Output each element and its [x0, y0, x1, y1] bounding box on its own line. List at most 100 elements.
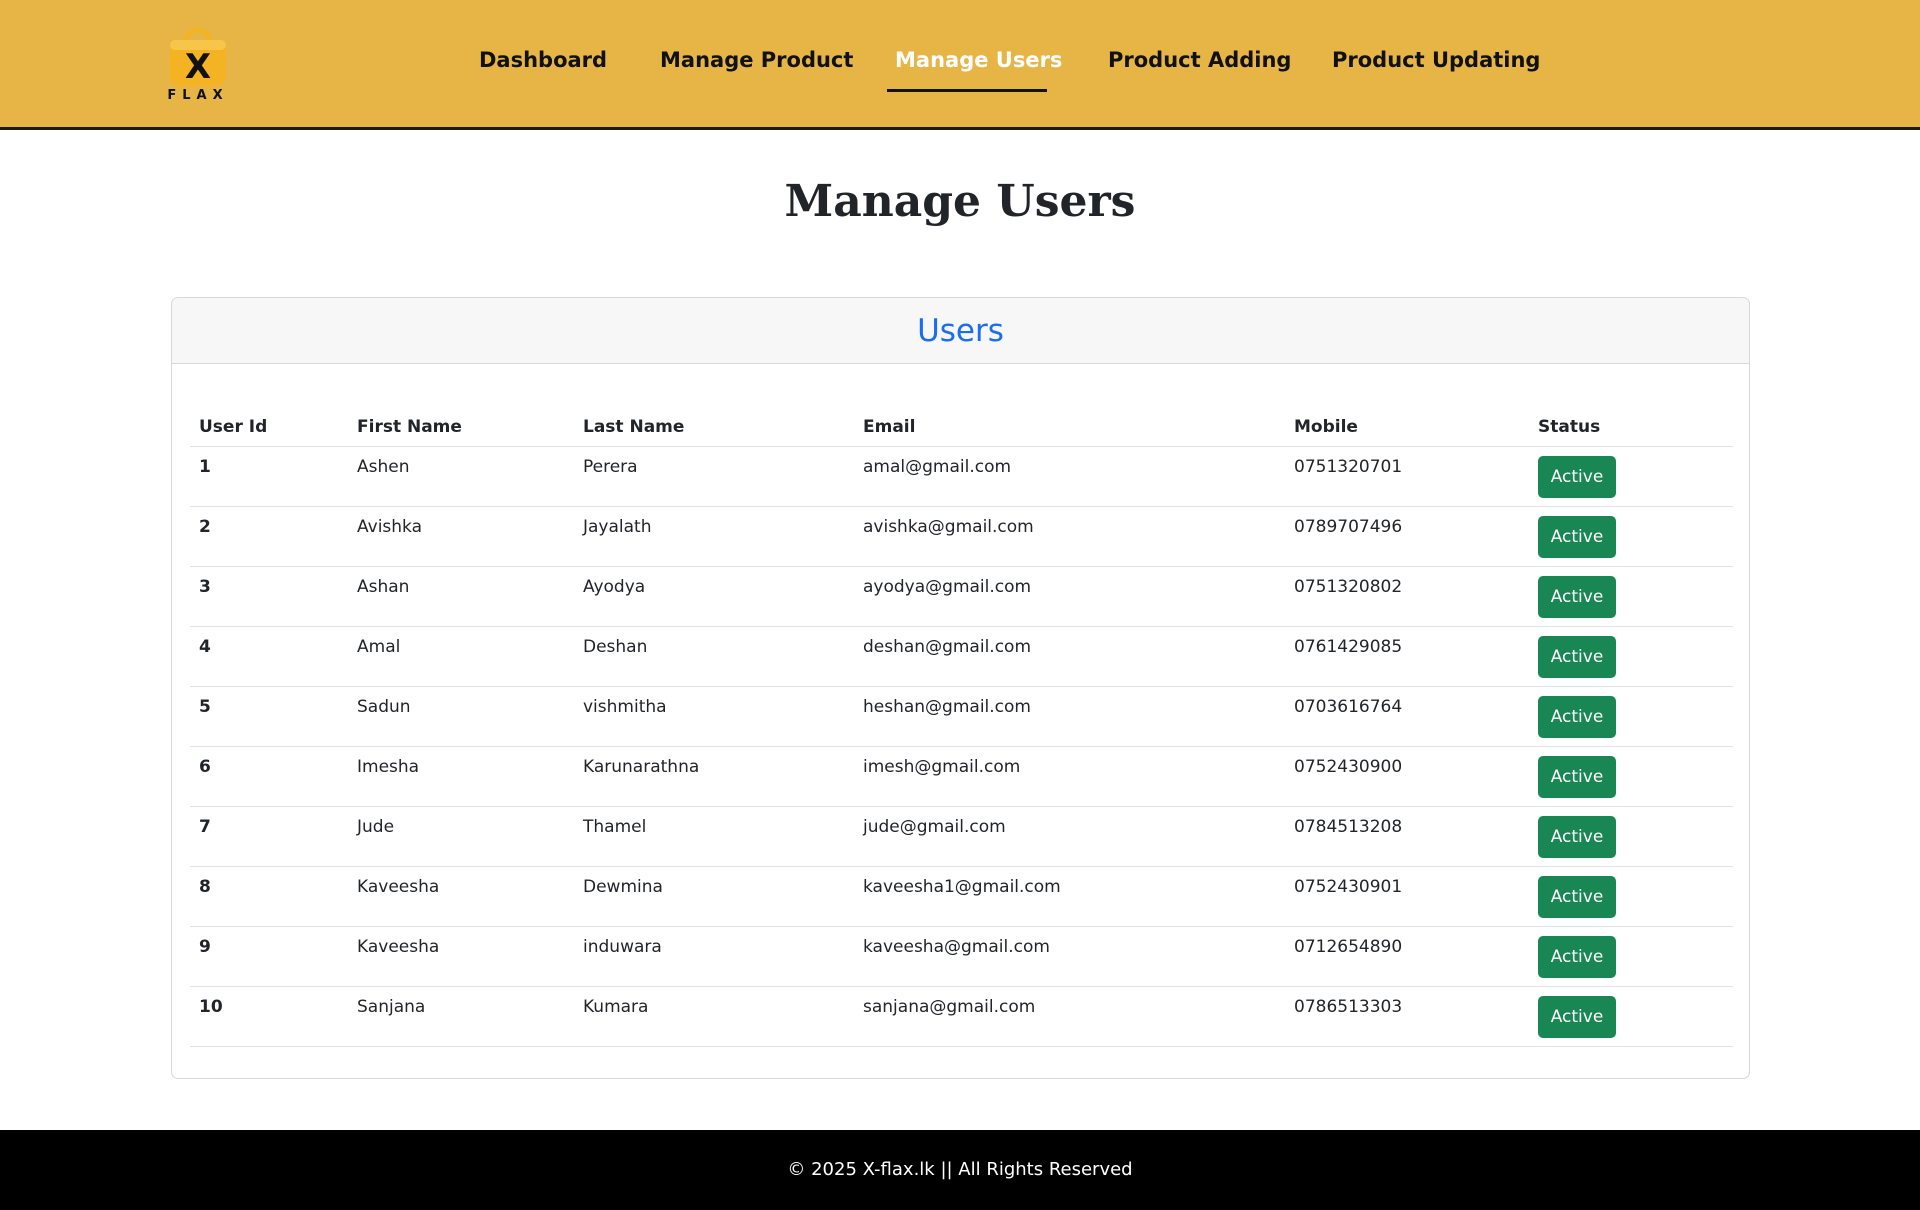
col-header-first-name: First Name: [348, 408, 574, 447]
status-cell: Active: [1529, 866, 1733, 927]
last-name-cell: Perera: [574, 446, 854, 507]
first-name-cell: Sadun: [348, 686, 574, 747]
status-cell: Active: [1529, 926, 1733, 987]
table-row: 4 Amal Deshan deshan@gmail.com 076142908…: [190, 626, 1733, 687]
first-name-cell: Kaveesha: [348, 926, 574, 987]
status-cell: Active: [1529, 686, 1733, 747]
last-name-cell: Kumara: [574, 986, 854, 1047]
first-name-cell: Ashan: [348, 566, 574, 627]
last-name-cell: Deshan: [574, 626, 854, 687]
col-header-email: Email: [854, 408, 1285, 447]
user-id-cell: 8: [190, 866, 348, 927]
first-name-cell: Sanjana: [348, 986, 574, 1047]
nav-manage-users[interactable]: Manage Users: [895, 48, 1062, 72]
email-cell: amal@gmail.com: [854, 446, 1285, 507]
brand-logo[interactable]: X FLAX: [162, 20, 234, 104]
mobile-cell: 0703616764: [1285, 686, 1529, 747]
email-cell: heshan@gmail.com: [854, 686, 1285, 747]
col-header-last-name: Last Name: [574, 408, 854, 447]
status-button[interactable]: Active: [1538, 935, 1616, 978]
first-name-cell: Imesha: [348, 746, 574, 807]
status-cell: Active: [1529, 446, 1733, 507]
user-id-cell: 4: [190, 626, 348, 687]
status-cell: Active: [1529, 566, 1733, 627]
table-row: 1 Ashen Perera amal@gmail.com 0751320701…: [190, 446, 1733, 507]
col-header-user-id: User Id: [190, 408, 348, 447]
mobile-cell: 0789707496: [1285, 506, 1529, 567]
nav-product-updating[interactable]: Product Updating: [1332, 48, 1540, 72]
first-name-cell: Ashen: [348, 446, 574, 507]
user-id-cell: 9: [190, 926, 348, 987]
email-cell: imesh@gmail.com: [854, 746, 1285, 807]
nav-manage-product[interactable]: Manage Product: [660, 48, 853, 72]
mobile-cell: 0752430900: [1285, 746, 1529, 807]
status-cell: Active: [1529, 626, 1733, 687]
user-id-cell: 5: [190, 686, 348, 747]
nav-product-adding[interactable]: Product Adding: [1108, 48, 1291, 72]
status-button[interactable]: Active: [1538, 875, 1616, 918]
users-card: Users User Id First Name Last Name Email…: [171, 297, 1750, 1079]
email-cell: avishka@gmail.com: [854, 506, 1285, 567]
active-nav-underline: [887, 89, 1047, 92]
status-button[interactable]: Active: [1538, 695, 1616, 738]
last-name-cell: vishmitha: [574, 686, 854, 747]
email-cell: kaveesha1@gmail.com: [854, 866, 1285, 927]
email-cell: ayodya@gmail.com: [854, 566, 1285, 627]
email-cell: kaveesha@gmail.com: [854, 926, 1285, 987]
logo-mark: X: [185, 47, 211, 87]
table-row: 9 Kaveesha induwara kaveesha@gmail.com 0…: [190, 926, 1733, 987]
top-navbar: X FLAX Dashboard Manage Product Manage U…: [0, 0, 1920, 130]
last-name-cell: Dewmina: [574, 866, 854, 927]
mobile-cell: 0712654890: [1285, 926, 1529, 987]
page-footer: © 2025 X-flax.lk || All Rights Reserved: [0, 1130, 1920, 1210]
first-name-cell: Amal: [348, 626, 574, 687]
mobile-cell: 0751320701: [1285, 446, 1529, 507]
status-button[interactable]: Active: [1538, 575, 1616, 618]
status-button[interactable]: Active: [1538, 635, 1616, 678]
mobile-cell: 0761429085: [1285, 626, 1529, 687]
user-id-cell: 3: [190, 566, 348, 627]
first-name-cell: Kaveesha: [348, 866, 574, 927]
email-cell: sanjana@gmail.com: [854, 986, 1285, 1047]
user-id-cell: 6: [190, 746, 348, 807]
mobile-cell: 0786513303: [1285, 986, 1529, 1047]
col-header-status: Status: [1529, 408, 1733, 447]
user-id-cell: 10: [190, 986, 348, 1047]
nav-dashboard[interactable]: Dashboard: [479, 48, 607, 72]
last-name-cell: Ayodya: [574, 566, 854, 627]
footer-copyright: © 2025 X-flax.lk || All Rights Reserved: [787, 1159, 1133, 1180]
last-name-cell: induwara: [574, 926, 854, 987]
last-name-cell: Thamel: [574, 806, 854, 867]
table-row: 6 Imesha Karunarathna imesh@gmail.com 07…: [190, 746, 1733, 807]
mobile-cell: 0784513208: [1285, 806, 1529, 867]
last-name-cell: Karunarathna: [574, 746, 854, 807]
page-title: Manage Users: [784, 176, 1136, 227]
shopping-bag-icon: X: [170, 27, 226, 87]
table-row: 3 Ashan Ayodya ayodya@gmail.com 07513208…: [190, 566, 1733, 627]
status-button[interactable]: Active: [1538, 995, 1616, 1038]
mobile-cell: 0752430901: [1285, 866, 1529, 927]
status-button[interactable]: Active: [1538, 455, 1616, 498]
table-row: 2 Avishka Jayalath avishka@gmail.com 078…: [190, 506, 1733, 567]
email-cell: deshan@gmail.com: [854, 626, 1285, 687]
status-cell: Active: [1529, 986, 1733, 1047]
status-button[interactable]: Active: [1538, 755, 1616, 798]
table-row: 5 Sadun vishmitha heshan@gmail.com 07036…: [190, 686, 1733, 747]
table-row: 8 Kaveesha Dewmina kaveesha1@gmail.com 0…: [190, 866, 1733, 927]
user-id-cell: 2: [190, 506, 348, 567]
first-name-cell: Jude: [348, 806, 574, 867]
email-cell: jude@gmail.com: [854, 806, 1285, 867]
status-button[interactable]: Active: [1538, 815, 1616, 858]
table-row: 7 Jude Thamel jude@gmail.com 0784513208 …: [190, 806, 1733, 867]
logo-wordmark: FLAX: [167, 88, 229, 103]
users-card-header: Users: [172, 298, 1749, 364]
status-cell: Active: [1529, 806, 1733, 867]
last-name-cell: Jayalath: [574, 506, 854, 567]
status-cell: Active: [1529, 506, 1733, 567]
col-header-mobile: Mobile: [1285, 408, 1529, 447]
status-cell: Active: [1529, 746, 1733, 807]
mobile-cell: 0751320802: [1285, 566, 1529, 627]
users-table: User Id First Name Last Name Email Mobil…: [190, 408, 1733, 1047]
status-button[interactable]: Active: [1538, 515, 1616, 558]
table-header-row: User Id First Name Last Name Email Mobil…: [190, 408, 1733, 447]
